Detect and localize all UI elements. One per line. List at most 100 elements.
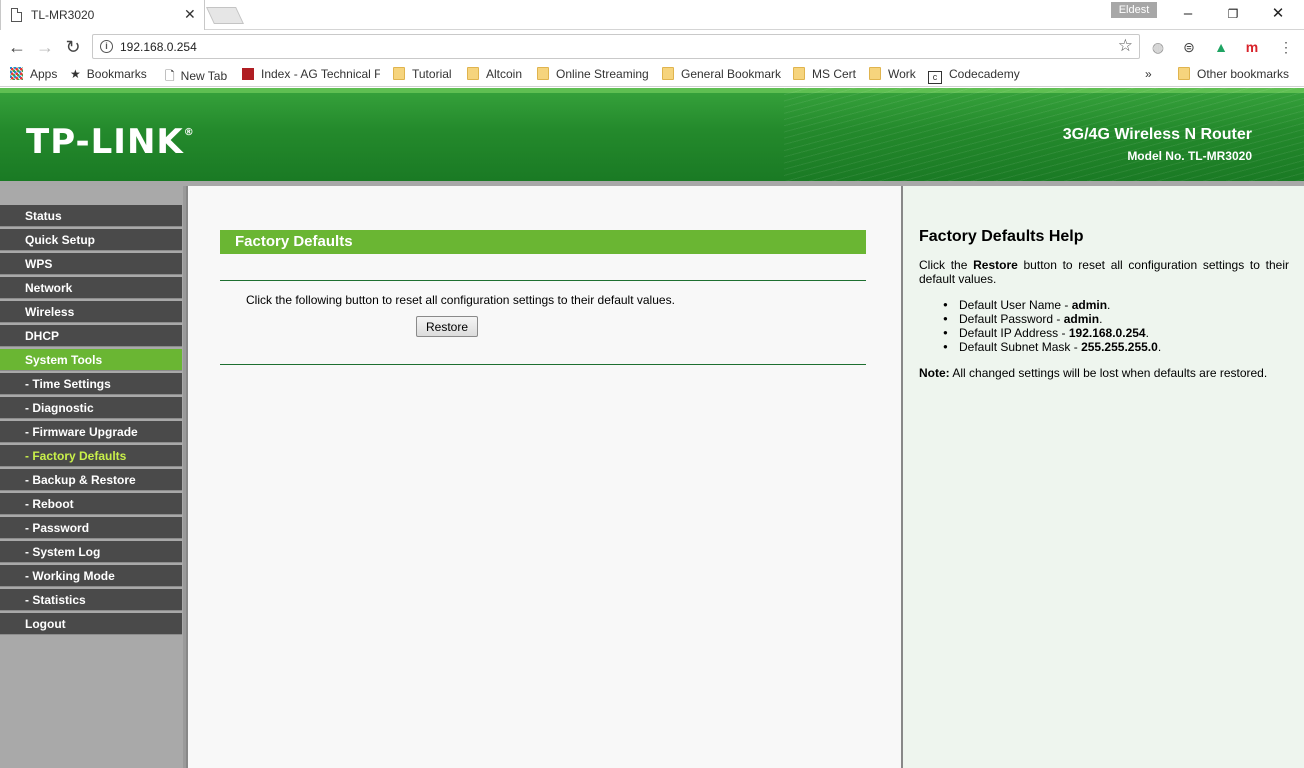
page-title: Factory Defaults: [220, 230, 866, 254]
url-text[interactable]: 192.168.0.254: [120, 40, 197, 54]
site-favicon: [242, 68, 254, 80]
folder-icon: [869, 67, 881, 80]
folder-icon: [537, 67, 549, 80]
description-text: Click the following button to reset all …: [246, 293, 675, 307]
help-intro: Click the Restore button to reset all co…: [919, 258, 1289, 286]
sidebar-item-factory-defaults[interactable]: - Factory Defaults: [0, 445, 182, 467]
help-note: Note: All changed settings will be lost …: [919, 366, 1289, 380]
sidebar-item-wps[interactable]: WPS: [0, 253, 182, 275]
sidebar-item-wireless[interactable]: Wireless: [0, 301, 182, 323]
help-defaults-list: Default User Name - admin. Default Passw…: [943, 298, 1283, 354]
sidebar-item-firmware-upgrade[interactable]: - Firmware Upgrade: [0, 421, 182, 443]
list-item-value: 192.168.0.254: [1068, 326, 1146, 340]
model-number: Model No. TL-MR3020: [1127, 149, 1252, 163]
help-intro-bold: Restore: [973, 258, 1018, 272]
list-item: Default User Name - admin.: [943, 298, 1283, 312]
main-content: Factory Defaults Click the following but…: [186, 186, 903, 768]
sidebar-item-backup-restore[interactable]: - Backup & Restore: [0, 469, 182, 491]
m-extension-icon[interactable]: m: [1244, 39, 1260, 55]
bookmark-index[interactable]: Index - AG Technical F: [242, 67, 380, 81]
minimize-icon[interactable]: –: [1168, 3, 1208, 25]
sidebar-item-diagnostic[interactable]: - Diagnostic: [0, 397, 182, 419]
tab-title: TL-MR3020: [31, 8, 95, 22]
folder-icon: [1178, 67, 1190, 80]
browser-tabstrip: TL-MR3020 ✕ Eldest – ❐ ✕: [0, 0, 1304, 30]
forward-icon[interactable]: →: [34, 36, 56, 58]
list-item: Default Password - admin.: [943, 312, 1283, 326]
browser-tab[interactable]: TL-MR3020 ✕: [0, 0, 205, 30]
bookmark-folder-work[interactable]: Work: [869, 67, 916, 81]
restore-window-icon[interactable]: ❐: [1213, 3, 1253, 25]
sidebar-item-password[interactable]: - Password: [0, 517, 182, 539]
bookmark-star-icon[interactable]: ☆: [1118, 36, 1133, 56]
sidebar-item-time-settings[interactable]: - Time Settings: [0, 373, 182, 395]
list-item-end: .: [1145, 326, 1149, 340]
sidebar-item-status[interactable]: Status: [0, 205, 182, 227]
tp-link-logo: TP-LINK®: [26, 122, 195, 162]
back-icon[interactable]: ←: [6, 36, 28, 58]
list-item-label: Default Subnet Mask -: [959, 340, 1082, 354]
browser-toolbar: ← → ↻ i 192.168.0.254 ☆ ◍ ⊜ ▲ m ⋮: [0, 30, 1304, 63]
folder-icon: [662, 67, 674, 80]
sidebar-item-system-log[interactable]: - System Log: [0, 541, 182, 563]
list-item-end: .: [1099, 312, 1103, 326]
sidebar-item-network[interactable]: Network: [0, 277, 182, 299]
bookmark-bookmarks[interactable]: ★ Bookmarks: [70, 67, 147, 81]
bookmark-folder-online-streaming[interactable]: Online Streaming: [537, 67, 649, 81]
list-item-label: Default User Name -: [959, 298, 1072, 312]
reload-icon[interactable]: ↻: [62, 36, 84, 58]
drive-extension-icon[interactable]: ▲: [1213, 39, 1229, 55]
bookmark-new-tab[interactable]: 🗋 New Tab: [165, 67, 227, 88]
list-item-label: Default Password -: [959, 312, 1064, 326]
router-banner: TP-LINK® 3G/4G Wireless N Router Model N…: [0, 88, 1304, 181]
help-title: Factory Defaults Help: [919, 228, 1084, 245]
list-item: Default Subnet Mask - 255.255.255.0.: [943, 340, 1283, 354]
profile-badge[interactable]: Eldest: [1111, 2, 1157, 18]
restore-button[interactable]: Restore: [416, 316, 478, 337]
codecademy-icon: c: [928, 71, 942, 84]
menu-kebab-icon[interactable]: ⋮: [1278, 39, 1294, 55]
list-item-end: .: [1157, 340, 1162, 354]
new-tab-button[interactable]: [206, 7, 244, 24]
sidebar-item-statistics[interactable]: - Statistics: [0, 589, 182, 611]
folder-icon: [793, 67, 805, 80]
bookmark-folder-ms-cert[interactable]: MS Cert: [793, 67, 856, 81]
bookmark-folder-general[interactable]: General Bookmark: [662, 67, 781, 81]
star-icon: ★: [70, 67, 81, 81]
sidebar-item-system-tools[interactable]: System Tools: [0, 349, 182, 371]
divider: [220, 364, 866, 365]
folder-icon: [393, 67, 405, 80]
globe-extension-icon[interactable]: ◍: [1150, 39, 1166, 55]
close-tab-icon[interactable]: ✕: [184, 6, 196, 23]
list-item-value: 255.255.255.0: [1081, 340, 1158, 354]
address-bar[interactable]: i 192.168.0.254 ☆: [92, 34, 1140, 59]
bookmark-folder-other[interactable]: Other bookmarks: [1178, 67, 1289, 81]
sidebar-item-reboot[interactable]: - Reboot: [0, 493, 182, 515]
bookmark-folder-tutorial[interactable]: Tutorial: [393, 67, 452, 81]
sidebar-item-working-mode[interactable]: - Working Mode: [0, 565, 182, 587]
help-intro-prefix: Click the: [919, 258, 974, 272]
bookmarks-overflow-chevron[interactable]: »: [1145, 67, 1152, 81]
divider: [220, 280, 866, 281]
list-item-value: admin: [1063, 312, 1100, 326]
bookmark-codecademy[interactable]: c Codecademy: [928, 67, 1020, 84]
apps-grid-icon: [10, 67, 23, 80]
bookmark-folder-altcoin[interactable]: Altcoin: [467, 67, 522, 81]
sidebar-item-logout[interactable]: Logout: [0, 613, 182, 635]
logo-text: TP-LINK: [26, 122, 184, 162]
info-icon[interactable]: i: [100, 40, 113, 53]
list-item: Default IP Address - 192.168.0.254.: [943, 326, 1283, 340]
note-text: All changed settings will be lost when d…: [949, 366, 1268, 380]
help-panel: Factory Defaults Help Click the Restore …: [903, 186, 1304, 768]
close-window-icon[interactable]: ✕: [1258, 3, 1298, 25]
folder-icon: [467, 67, 479, 80]
note-label: Note:: [919, 366, 950, 380]
bookmark-apps[interactable]: Apps: [10, 67, 57, 81]
sidebar-item-quick-setup[interactable]: Quick Setup: [0, 229, 182, 251]
list-item-label: Default IP Address -: [959, 326, 1069, 340]
page-icon: [11, 8, 22, 22]
logo-mark: ®: [183, 127, 195, 138]
sync-extension-icon[interactable]: ⊜: [1181, 39, 1197, 55]
sidebar-menu: Status Quick Setup WPS Network Wireless …: [0, 186, 186, 768]
sidebar-item-dhcp[interactable]: DHCP: [0, 325, 182, 347]
